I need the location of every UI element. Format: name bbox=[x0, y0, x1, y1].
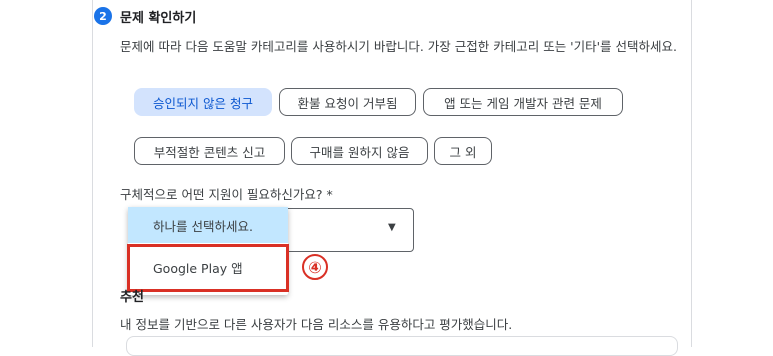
step-number-badge: 2 bbox=[94, 7, 112, 25]
category-chip-unauthorized-charge[interactable]: 승인되지 않은 청구 bbox=[134, 88, 272, 116]
recommendation-card[interactable] bbox=[126, 336, 678, 356]
category-chip-inappropriate-content[interactable]: 부적절한 콘텐츠 신고 bbox=[134, 137, 285, 165]
support-question-label: 구체적으로 어떤 지원이 필요하신가요? * bbox=[120, 187, 333, 202]
annotation-highlight-box bbox=[127, 244, 289, 292]
recommendation-description: 내 정보를 기반으로 다른 사용자가 다음 리소스를 유용하다고 평가했습니다. bbox=[120, 317, 513, 332]
left-gutter bbox=[0, 0, 93, 347]
category-chip-developer-issue[interactable]: 앱 또는 게임 개발자 관련 문제 bbox=[423, 88, 623, 116]
dropdown-arrow-icon[interactable]: ▼ bbox=[388, 222, 396, 233]
annotation-step-marker: ④ bbox=[302, 254, 328, 280]
recommendation-title: 추천 bbox=[120, 290, 144, 305]
category-chip-unwanted-purchase[interactable]: 구매를 원하지 않음 bbox=[291, 137, 428, 165]
step-title: 문제 확인하기 bbox=[120, 11, 197, 26]
right-divider bbox=[691, 0, 692, 347]
step-description: 문제에 따라 다음 도움말 카테고리를 사용하시기 바랍니다. 가장 근접한 카… bbox=[120, 39, 678, 54]
category-chip-refund-denied[interactable]: 환불 요청이 거부됨 bbox=[279, 88, 416, 116]
dropdown-option-placeholder[interactable]: 하나를 선택하세요. bbox=[128, 207, 288, 243]
category-chip-other[interactable]: 그 외 bbox=[434, 137, 492, 165]
